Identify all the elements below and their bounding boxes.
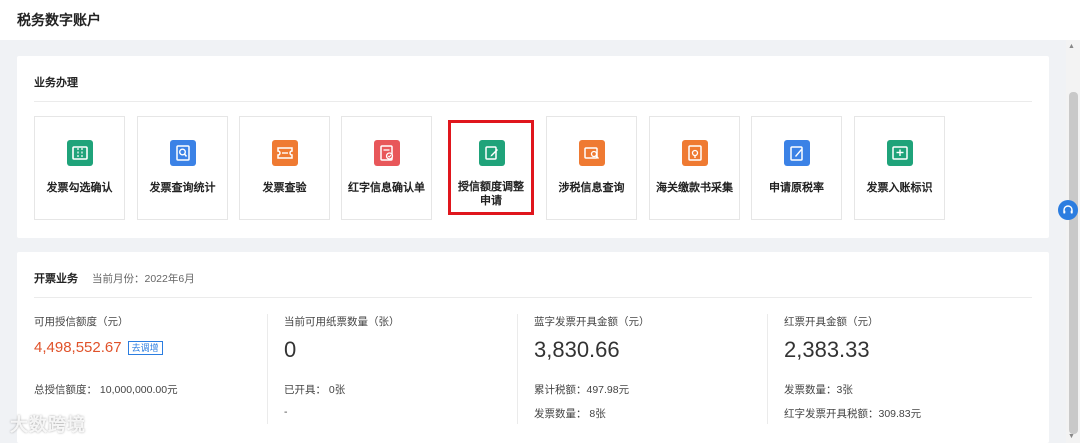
tile-label: 申请原税率: [769, 182, 824, 194]
current-month: 当前月份：2022年6月: [92, 273, 195, 285]
metric-red-invoice-amount: 红票开具金额（元） 2,383.33 发票数量：3张 红字发票开具税额：309.…: [784, 314, 921, 420]
credit-amount: 4,498,552.67: [34, 339, 122, 356]
metric-available-credit: 可用授信额度（元） 4,498,552.67 去调增 总授信额度： 10,000,…: [34, 314, 178, 396]
issued-count-line: 已开具： 0张: [284, 384, 346, 396]
tile-invoice-inspect[interactable]: 发票查验: [239, 116, 330, 220]
metric-value: 4,498,552.67 去调增: [34, 339, 163, 356]
metric-label: 蓝字发票开具金额（元）: [534, 316, 650, 328]
tile-invoice-ledger-mark[interactable]: 发票入账标识: [854, 116, 945, 220]
top-bar: 税务数字账户: [0, 0, 1080, 40]
tile-invoice-query-stats[interactable]: 发票查询统计: [137, 116, 228, 220]
metric-label: 当前可用纸票数量（张）: [284, 316, 400, 328]
business-section-title: 业务办理: [34, 77, 78, 89]
issuing-title: 开票业务: [34, 273, 78, 285]
tile-label: 发票勾选确认: [46, 182, 113, 194]
tile-label: 授信额度调整申请: [458, 181, 524, 207]
tile-customs-payment-collect[interactable]: 海关缴款书采集: [649, 116, 740, 220]
ledger-mark-icon: [887, 140, 913, 166]
divider: [267, 314, 268, 424]
metric-label: 可用授信额度（元）: [34, 316, 129, 328]
increase-quota-button[interactable]: 去调增: [127, 341, 163, 356]
issuing-section-title: 开票业务 当前月份：2022年6月: [34, 270, 195, 286]
metric-label: 红票开具金额（元）: [784, 316, 879, 328]
metric-value: 0: [284, 337, 297, 362]
tile-label: 发票入账标识: [866, 182, 933, 194]
divider: [517, 314, 518, 424]
scroll-down-arrow[interactable]: ▼: [1068, 433, 1075, 440]
tile-label: 发票查询统计: [149, 182, 216, 194]
divider: [34, 297, 1032, 298]
tile-invoice-select-confirm[interactable]: 发票勾选确认: [34, 116, 125, 220]
divider: [767, 314, 768, 424]
metric-blue-invoice-amount: 蓝字发票开具金额（元） 3,830.66 累计税额：497.98元 发票数量： …: [534, 314, 650, 420]
ticket-icon: [67, 140, 93, 166]
tile-tax-info-query[interactable]: 涉税信息查询: [546, 116, 637, 220]
business-card: 业务办理 发票勾选确认 发票查询统计 发票查验 红字信息确认单 授信额度调整申请: [17, 56, 1049, 238]
invoice-count-line: 发票数量： 8张: [534, 408, 606, 420]
page-title: 税务数字账户: [17, 12, 101, 28]
tile-credit-quota-adjust[interactable]: 授信额度调整申请: [448, 120, 534, 215]
edit-quota-icon: [479, 140, 505, 166]
tile-label: 红字信息确认单: [348, 182, 425, 194]
tile-red-info-confirm[interactable]: 红字信息确认单: [341, 116, 432, 220]
tile-original-rate-apply[interactable]: 申请原税率: [751, 116, 842, 220]
divider: [34, 101, 1032, 102]
customer-service-button[interactable]: [1058, 200, 1078, 220]
issuing-card: 开票业务 当前月份：2022年6月 可用授信额度（元） 4,498,552.67 去…: [17, 252, 1049, 443]
tile-label: 发票查验: [262, 182, 307, 194]
headset-icon: [1063, 205, 1073, 214]
tax-search-icon: [579, 140, 605, 166]
tile-label: 涉税信息查询: [558, 182, 625, 194]
customs-doc-icon: [682, 140, 708, 166]
inspect-ticket-icon: [272, 140, 298, 166]
tile-label: 海关缴款书采集: [656, 182, 733, 194]
scrollbar-thumb[interactable]: [1069, 92, 1078, 434]
red-tax-line: 红字发票开具税额：309.83元: [784, 408, 922, 420]
metric-value: 3,830.66: [534, 337, 620, 362]
total-credit-line: 总授信额度： 10,000,000.00元: [34, 384, 178, 396]
metric-value: 2,383.33: [784, 337, 870, 362]
red-confirm-icon: [374, 140, 400, 166]
watermark: 大数跨境: [10, 415, 86, 435]
metric-paper-invoices: 当前可用纸票数量（张） 0 已开具： 0张 -: [284, 314, 400, 418]
red-invoice-count-line: 发票数量：3张: [784, 384, 853, 396]
scroll-up-arrow[interactable]: ▲: [1068, 43, 1075, 50]
cumulative-tax-line: 累计税额：497.98元: [534, 384, 630, 396]
dash-line: -: [284, 406, 288, 418]
search-doc-icon: [170, 140, 196, 166]
rate-apply-icon: [784, 140, 810, 166]
